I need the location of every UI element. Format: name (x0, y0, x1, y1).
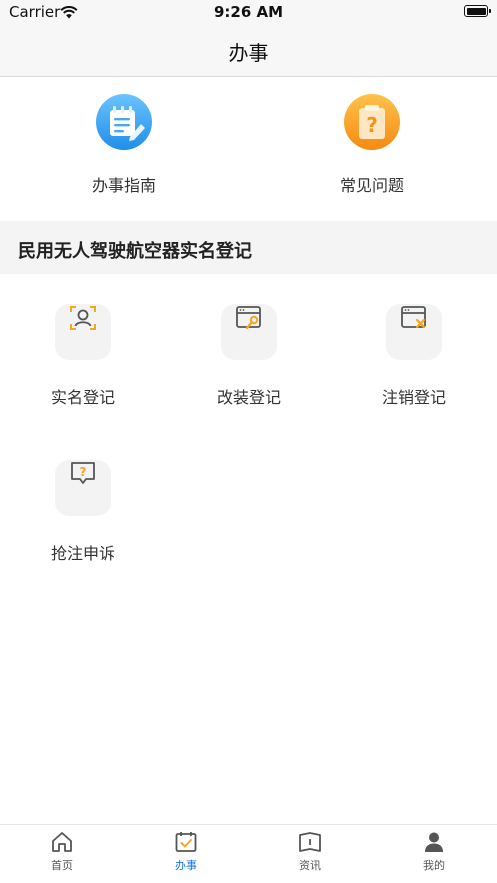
section-header: 民用无人驾驶航空器实名登记 (0, 221, 497, 274)
service-cancellation-registration[interactable]: 注销登记 (331, 290, 497, 408)
tab-label: 办事 (175, 859, 197, 872)
question-clipboard-icon: ? (343, 93, 401, 151)
service-preemptive-registration-appeal[interactable]: ? 抢注申诉 (0, 446, 166, 564)
tab-label: 我的 (423, 859, 445, 872)
tab-mine[interactable]: 我的 (372, 830, 496, 873)
quick-links: 办事指南 ? 常见问题 (0, 77, 497, 221)
window-wrench-icon (221, 304, 277, 360)
notepad-icon (95, 93, 153, 151)
window-close-icon (386, 304, 442, 360)
section-title: 民用无人驾驶航空器实名登记 (18, 241, 252, 262)
page-title: 办事 (228, 41, 269, 65)
svg-text:?: ? (80, 465, 87, 479)
navigation-bar: 办事 (0, 26, 497, 77)
face-scan-icon (55, 304, 111, 360)
quick-link-guide[interactable]: 办事指南 (0, 93, 248, 196)
battery-icon (464, 5, 491, 17)
question-message-icon: ? (55, 460, 111, 516)
service-modification-registration[interactable]: 改装登记 (166, 290, 332, 408)
tab-label: 资讯 (299, 859, 321, 872)
status-bar: Carrier 9:26 AM (0, 0, 497, 26)
service-label: 改装登记 (216, 388, 281, 407)
service-label: 抢注申诉 (50, 544, 115, 563)
service-real-name-registration[interactable]: 实名登记 (0, 290, 166, 408)
svg-text:?: ? (366, 113, 378, 137)
quick-link-label: 常见问题 (339, 176, 404, 195)
tab-services[interactable]: 办事 (124, 830, 248, 873)
calendar-check-icon (175, 832, 197, 852)
clock: 9:26 AM (213, 3, 284, 21)
person-icon (425, 832, 443, 852)
tab-home[interactable]: 首页 (0, 830, 124, 873)
tab-news[interactable]: 资讯 (248, 830, 372, 873)
service-label: 实名登记 (50, 388, 115, 407)
quick-link-label: 办事指南 (91, 176, 156, 195)
home-icon (52, 832, 72, 852)
quick-link-faq[interactable]: ? 常见问题 (248, 93, 496, 196)
tab-bar: 首页 办事 资讯 我的 (0, 824, 497, 883)
service-label: 注销登记 (381, 388, 446, 407)
tab-label: 首页 (51, 859, 73, 872)
book-icon (299, 832, 321, 852)
